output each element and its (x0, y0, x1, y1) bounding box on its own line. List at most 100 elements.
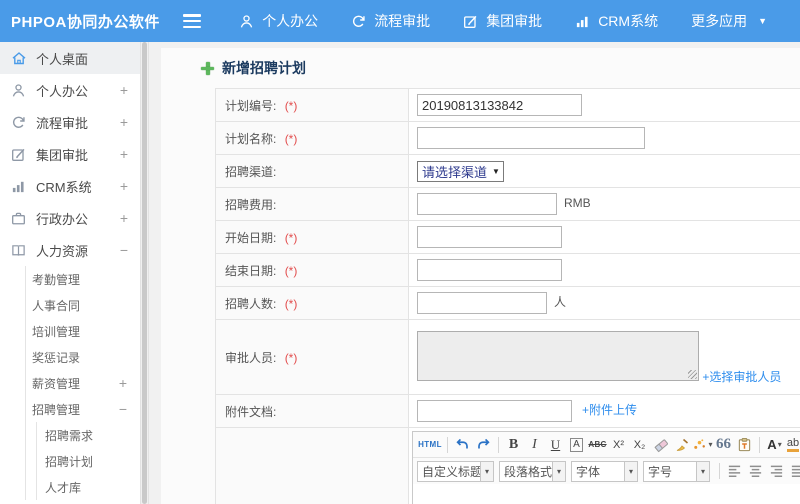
nav-item-personal-office[interactable]: 个人办公 (239, 11, 318, 31)
approver-textarea[interactable] (417, 331, 699, 381)
fee-input[interactable] (417, 193, 557, 215)
sidebar-item-training[interactable]: 培训管理 (26, 318, 140, 344)
nav-item-group-approval[interactable]: 集团审批 (463, 11, 542, 31)
toolbar-separator (759, 436, 760, 453)
hamburger-menu-icon[interactable] (183, 14, 202, 28)
undo-button[interactable] (452, 435, 473, 455)
align-right-icon[interactable] (766, 461, 787, 481)
nav-item-more-apps[interactable]: 更多应用 ▼ (691, 11, 767, 31)
custom-title-dropdown[interactable]: 自定义标题 ▾ (417, 460, 494, 482)
strikethrough-button[interactable]: ABC (587, 435, 608, 455)
plan-name-input[interactable] (417, 127, 645, 149)
bar-chart-icon (11, 178, 28, 194)
html-source-button[interactable]: HTML (417, 435, 443, 455)
sidebar-item-admin-office[interactable]: 行政办公 + (0, 202, 140, 234)
eraser-icon[interactable] (650, 435, 671, 455)
required-mark: (*) (284, 131, 298, 146)
font-family-dropdown[interactable]: 字体 ▾ (571, 460, 638, 482)
recruitment-submenu: 招聘需求 招聘计划 人才库 (36, 422, 140, 500)
form-row-headcount: 招聘人数: (*) 人 (215, 286, 800, 320)
select-approver-link[interactable]: +选择审批人员 (702, 368, 781, 385)
underline-button[interactable]: U (545, 435, 566, 455)
sidebar-item-label: 人事合同 (32, 298, 81, 313)
sidebar-item-hr-contract[interactable]: 人事合同 (26, 292, 140, 318)
sidebar-item-talent-pool[interactable]: 人才库 (37, 474, 140, 500)
collapse-toggle[interactable]: − (120, 242, 128, 258)
bold-button[interactable]: B (503, 435, 524, 455)
user-icon (11, 82, 28, 98)
caret-down-icon: ▾ (624, 461, 637, 481)
sidebar-item-workflow-approval[interactable]: 流程审批 + (0, 106, 140, 138)
subscript-button[interactable]: X₂ (629, 435, 650, 455)
form-row-approver: 审批人员: (*) +选择审批人员 (215, 319, 800, 395)
redo-button[interactable] (473, 435, 494, 455)
user-icon (239, 14, 254, 29)
sidebar-scrollbar[interactable] (140, 42, 149, 504)
align-left-icon[interactable] (724, 461, 745, 481)
end-date-input[interactable] (417, 259, 562, 281)
sidebar-item-label: 薪资管理 (32, 376, 81, 391)
sidebar-item-personal-desktop[interactable]: 个人桌面 (0, 42, 140, 74)
expand-toggle[interactable]: + (120, 82, 128, 98)
expand-toggle[interactable]: + (120, 146, 128, 162)
font-color-button[interactable]: A ▾ (764, 435, 785, 455)
sidebar-item-personal-office[interactable]: 个人办公 + (0, 74, 140, 106)
plus-icon (201, 61, 214, 75)
process-arrow-icon (351, 14, 366, 29)
sidebar-item-recruit-demand[interactable]: 招聘需求 (37, 422, 140, 448)
process-arrow-icon (11, 114, 28, 130)
field-label: 结束日期: (225, 263, 277, 278)
scrollbar-thumb[interactable] (142, 42, 147, 504)
caret-down-icon: ▾ (480, 461, 493, 481)
briefcase-icon (11, 210, 28, 226)
start-date-input[interactable] (417, 226, 562, 248)
italic-button[interactable]: I (524, 435, 545, 455)
bar-chart-icon (575, 14, 590, 29)
nav-item-label: CRM系统 (598, 13, 659, 29)
clear-format-broom-icon[interactable] (671, 435, 692, 455)
nav-item-label: 更多应用 (691, 13, 748, 29)
nav-item-label: 个人办公 (262, 13, 319, 29)
align-center-icon[interactable] (745, 461, 766, 481)
sidebar-item-rewards[interactable]: 奖惩记录 (26, 344, 140, 370)
blockquote-button[interactable]: 66 (713, 435, 734, 455)
field-label: 审批人员: (225, 350, 277, 365)
nav-item-workflow-approval[interactable]: 流程审批 (351, 11, 430, 31)
page-title-text: 新增招聘计划 (222, 60, 306, 76)
font-size-dropdown[interactable]: 字号 ▾ (643, 460, 710, 482)
form-row-end-date: 结束日期: (*) (215, 253, 800, 287)
field-label: 开始日期: (225, 230, 277, 245)
recruit-plan-form: 计划编号: (*) 计划名称: (*) (215, 88, 800, 504)
paste-text-icon[interactable] (734, 435, 755, 455)
superscript-button[interactable]: X² (608, 435, 629, 455)
sidebar-item-crm[interactable]: CRM系统 + (0, 170, 140, 202)
editor-content-area[interactable] (413, 484, 800, 504)
attachment-upload-link[interactable]: +附件上传 (582, 403, 637, 417)
caret-down-icon: ▾ (552, 461, 565, 481)
sidebar-item-attendance[interactable]: 考勤管理 (26, 266, 140, 292)
nav-item-crm[interactable]: CRM系统 (575, 11, 658, 31)
expand-toggle[interactable]: + (119, 375, 127, 391)
align-justify-icon[interactable] (787, 461, 800, 481)
expand-toggle[interactable]: + (120, 178, 128, 194)
sidebar-item-group-approval[interactable]: 集团审批 + (0, 138, 140, 170)
sidebar-item-recruitment[interactable]: 招聘管理 − (26, 396, 140, 422)
sidebar-item-human-resources[interactable]: 人力资源 − (0, 234, 140, 266)
expand-toggle[interactable]: + (120, 114, 128, 130)
headcount-input[interactable] (417, 292, 547, 314)
sidebar-item-recruit-plan[interactable]: 招聘计划 (37, 448, 140, 474)
toolbar-separator (447, 436, 448, 453)
highlight-color-button[interactable]: ab ▾ (785, 435, 800, 455)
plan-number-input[interactable] (417, 94, 582, 116)
expand-toggle[interactable]: + (120, 210, 128, 226)
sidebar-item-label: 流程审批 (36, 115, 89, 131)
sidebar-item-salary[interactable]: 薪资管理 + (26, 370, 140, 396)
channel-select[interactable]: 请选择渠道 ▼ (417, 160, 504, 182)
caret-down-icon: ▾ (777, 440, 782, 449)
editor-toolbar-row-1: HTML B I U A ABC X² X₂ ▾ 66 A ▾ ab (413, 432, 800, 458)
paint-format-button[interactable]: ▾ (692, 435, 713, 455)
collapse-toggle[interactable]: − (119, 401, 127, 417)
paragraph-format-dropdown[interactable]: 段落格式 ▾ (499, 460, 566, 482)
attachment-input[interactable] (417, 400, 572, 422)
font-style-box-button[interactable]: A (566, 435, 587, 455)
